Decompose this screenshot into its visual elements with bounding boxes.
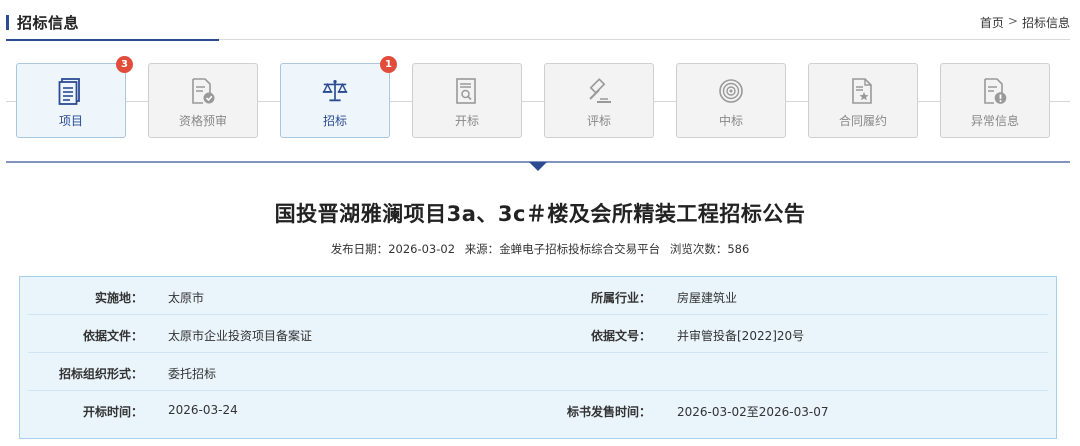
organization-form-value: 委托招标 bbox=[168, 367, 217, 381]
basis-number-value: 并审管投备[2022]20号 bbox=[677, 329, 805, 343]
info-row: 开标时间： 2026-03-24 标书发售时间： 2026-03-02至2026… bbox=[28, 391, 1048, 429]
document-icon bbox=[57, 76, 85, 106]
target-icon bbox=[717, 76, 745, 106]
view-count-label: 浏览次数： bbox=[669, 242, 728, 256]
title-underline bbox=[6, 39, 219, 41]
info-row: 实施地： 太原市 所属行业： 房屋建筑业 bbox=[28, 277, 1048, 315]
step-label: 中标 bbox=[718, 114, 743, 128]
basis-number-label: 依据文号： bbox=[590, 329, 651, 343]
step-label: 资格预审 bbox=[178, 114, 227, 128]
step-label: 项目 bbox=[58, 114, 83, 128]
section-header: 招标信息 首页 > 招标信息 bbox=[6, 0, 1070, 41]
step-evaluation[interactable]: 评标 bbox=[544, 63, 654, 138]
publish-date-value: 2026-03-02 bbox=[388, 242, 456, 256]
section-title: 招标信息 bbox=[6, 12, 79, 32]
info-row: 依据文件： 太原市企业投资项目备案证 依据文号： 并审管投备[2022]20号 bbox=[28, 315, 1048, 353]
step-award[interactable]: 中标 bbox=[676, 63, 786, 138]
step-project[interactable]: 项目 3 bbox=[16, 56, 133, 138]
source-value: 金蝉电子招标投标综合交易平台 bbox=[499, 242, 661, 256]
breadcrumb-home-link[interactable]: 首页 bbox=[980, 14, 1004, 31]
active-step-pointer bbox=[529, 162, 547, 171]
step-count-badge: 1 bbox=[380, 56, 397, 73]
info-row: 招标组织形式： 委托招标 bbox=[28, 353, 1048, 391]
breadcrumb: 首页 > 招标信息 bbox=[980, 14, 1070, 31]
opening-time-label: 开标时间： bbox=[82, 405, 143, 419]
basis-document-value: 太原市企业投资项目备案证 bbox=[168, 329, 313, 343]
step-prequalification[interactable]: 资格预审 bbox=[148, 63, 258, 138]
publish-date: 发布日期：2026-03-02 bbox=[331, 242, 455, 256]
organization-form-label: 招标组织形式： bbox=[58, 367, 143, 381]
industry-value: 房屋建筑业 bbox=[677, 291, 738, 305]
article-meta: 发布日期：2026-03-02 来源：金蝉电子招标投标综合交易平台 浏览次数：5… bbox=[0, 241, 1080, 257]
publish-date-label: 发布日期： bbox=[330, 242, 389, 256]
document-warning-icon bbox=[981, 76, 1009, 106]
tender-info-table: 实施地： 太原市 所属行业： 房屋建筑业 依据文件： 太原市企业投资项目备案证 … bbox=[19, 276, 1057, 439]
process-steps: 项目 3 资格预审 招标 1 开标 评标 中标 合同履约 异常信息 bbox=[16, 56, 1056, 139]
step-label: 异常信息 bbox=[970, 114, 1019, 128]
opening-time-value: 2026-03-24 bbox=[168, 403, 238, 417]
document-search-icon bbox=[453, 76, 481, 106]
view-count: 浏览次数：586 bbox=[670, 242, 749, 256]
contract-star-icon bbox=[849, 76, 877, 106]
step-tender[interactable]: 招标 1 bbox=[280, 56, 397, 138]
breadcrumb-current: 招标信息 bbox=[1021, 16, 1070, 30]
breadcrumb-separator: > bbox=[1007, 14, 1018, 28]
title-accent-bar bbox=[6, 14, 9, 30]
step-exception-info[interactable]: 异常信息 bbox=[940, 63, 1050, 138]
view-count-value: 586 bbox=[727, 242, 750, 256]
step-label: 开标 bbox=[454, 114, 479, 128]
step-contract[interactable]: 合同履约 bbox=[808, 63, 918, 138]
source: 来源：金蝉电子招标投标综合交易平台 bbox=[465, 242, 661, 256]
scales-icon bbox=[321, 76, 349, 106]
step-label: 合同履约 bbox=[838, 114, 887, 128]
certified-document-icon bbox=[189, 76, 217, 106]
document-sale-time-label: 标书发售时间： bbox=[566, 405, 651, 419]
location-value: 太原市 bbox=[168, 291, 205, 305]
basis-document-label: 依据文件： bbox=[82, 329, 143, 343]
industry-label: 所属行业： bbox=[590, 291, 651, 305]
source-label: 来源： bbox=[464, 242, 500, 256]
step-count-badge: 3 bbox=[116, 56, 133, 73]
step-label: 评标 bbox=[586, 114, 611, 128]
location-label: 实施地： bbox=[94, 291, 143, 305]
document-sale-time-value: 2026-03-02至2026-03-07 bbox=[677, 405, 829, 419]
article-title: 国投晋湖雅澜项目3a、3c＃楼及会所精装工程招标公告 bbox=[274, 202, 806, 226]
page-title: 招标信息 bbox=[17, 13, 80, 32]
step-bid-opening[interactable]: 开标 bbox=[412, 63, 522, 138]
step-label: 招标 bbox=[322, 114, 347, 128]
gavel-icon bbox=[585, 76, 613, 106]
